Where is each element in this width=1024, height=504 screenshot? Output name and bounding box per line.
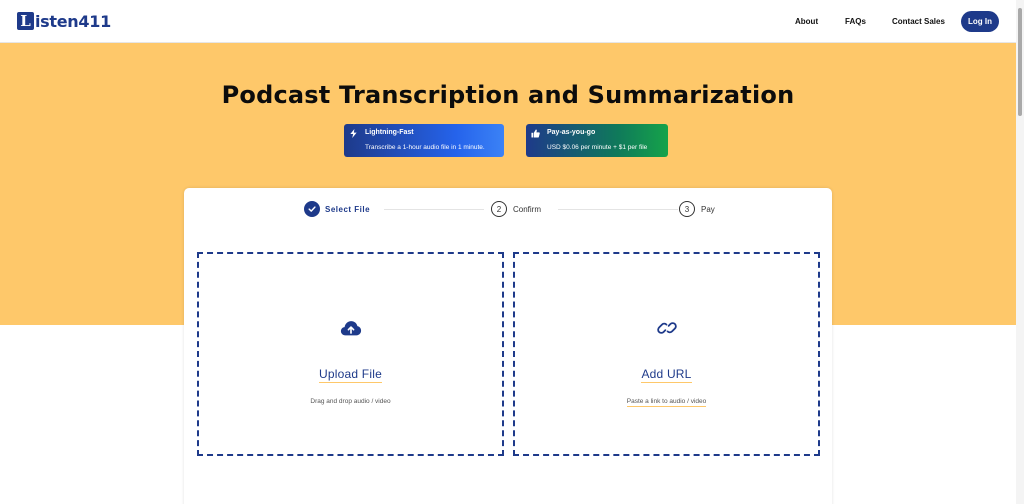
badge-title: Lightning-Fast bbox=[365, 129, 414, 136]
link-icon bbox=[656, 322, 677, 334]
page-title: Podcast Transcription and Summarization bbox=[221, 81, 795, 109]
badge-subtitle: USD $0.06 per minute + $1 per file bbox=[547, 144, 648, 151]
feature-badge-lightning-fast: Lightning-Fast Transcribe a 1-hour audio… bbox=[344, 124, 504, 157]
nav-about-link[interactable]: About bbox=[795, 17, 818, 26]
brand-logo[interactable]: L isten411 bbox=[17, 11, 111, 31]
add-url-subtitle: Paste a link to audio / video bbox=[626, 398, 707, 407]
upload-file-dropzone[interactable]: Upload File Drag and drop audio / video bbox=[197, 252, 504, 456]
nav-faqs-link[interactable]: FAQs bbox=[845, 17, 866, 26]
thumbs-up-icon bbox=[531, 129, 540, 138]
step-pay: 3 Pay bbox=[679, 201, 715, 217]
lightning-icon bbox=[350, 129, 357, 138]
step-label: Confirm bbox=[513, 204, 542, 214]
step-select-file: Select File bbox=[304, 201, 370, 217]
cloud-upload-icon bbox=[340, 321, 361, 336]
stepper-connector bbox=[384, 209, 484, 210]
login-button[interactable]: Log In bbox=[961, 11, 999, 32]
check-icon bbox=[304, 201, 320, 217]
step-label: Select File bbox=[325, 204, 371, 214]
upload-file-title[interactable]: Upload File bbox=[319, 367, 382, 383]
step-number: 3 bbox=[679, 201, 695, 217]
badge-title: Pay-as-you-go bbox=[547, 129, 596, 136]
badge-subtitle: Transcribe a 1-hour audio file in 1 minu… bbox=[365, 144, 485, 151]
upload-file-subtitle: Drag and drop audio / video bbox=[310, 398, 391, 405]
page: L isten411 About FAQs Contact Sales Log … bbox=[0, 0, 1024, 504]
top-navbar: L isten411 About FAQs Contact Sales Log … bbox=[0, 0, 1016, 43]
step-label: Pay bbox=[701, 204, 715, 214]
step-number: 2 bbox=[491, 201, 507, 217]
logo-letter-box: L bbox=[17, 12, 34, 30]
stepper-connector bbox=[558, 209, 678, 210]
add-url-title[interactable]: Add URL bbox=[641, 367, 692, 383]
step-confirm: 2 Confirm bbox=[491, 201, 541, 217]
nav-contact-sales-link[interactable]: Contact Sales bbox=[892, 17, 945, 26]
add-url-dropzone[interactable]: Add URL Paste a link to audio / video bbox=[513, 252, 820, 456]
upload-card: Select File 2 Confirm 3 Pay Upload File … bbox=[184, 188, 832, 504]
scrollbar-thumb[interactable] bbox=[1018, 8, 1022, 116]
vertical-scrollbar[interactable] bbox=[1016, 0, 1024, 504]
logo-text: isten411 bbox=[35, 11, 111, 31]
feature-badge-pay-as-you-go: Pay-as-you-go USD $0.06 per minute + $1 … bbox=[526, 124, 668, 157]
